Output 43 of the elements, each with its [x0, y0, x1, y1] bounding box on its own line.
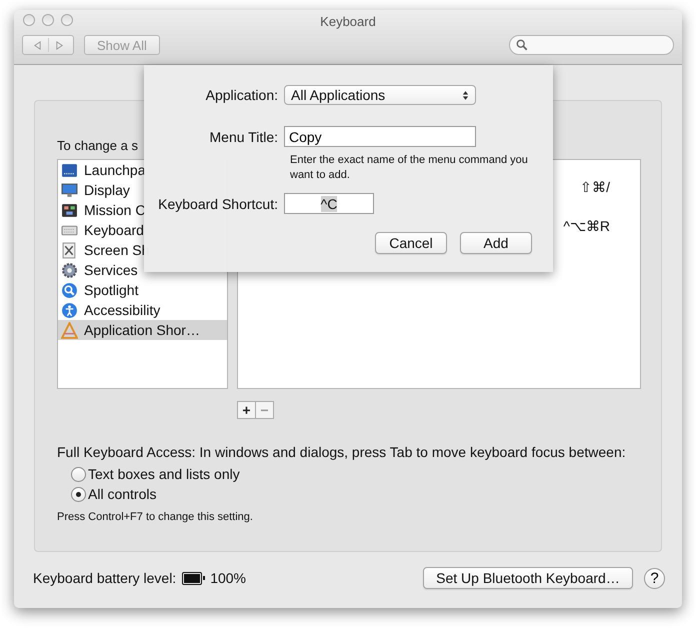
grid-icon	[61, 162, 78, 178]
radio-button[interactable]	[71, 466, 86, 482]
forward-icon[interactable]	[54, 40, 64, 50]
category-item[interactable]: Application Shor…	[58, 320, 227, 340]
search-field[interactable]	[509, 35, 674, 55]
person-icon	[61, 302, 78, 318]
add-button[interactable]: +	[237, 401, 256, 419]
instruction-text: To change a s	[57, 138, 138, 153]
category-item[interactable]: Spotlight	[58, 280, 227, 300]
close-button[interactable]	[23, 14, 35, 26]
back-icon[interactable]	[32, 40, 42, 50]
shortcut-keys: ^⌥⌘R	[563, 218, 610, 234]
application-label: Application:	[204, 87, 279, 103]
windows-icon	[61, 202, 78, 218]
full-keyboard-access-label: Full Keyboard Access: In windows and dialogs, press Tab to move keyboard focus between:	[57, 444, 627, 460]
battery-reading: 100%	[210, 570, 246, 586]
window-title: Keyboard	[320, 14, 376, 29]
hint-text: Enter the exact name of the menu command you want to add.	[290, 153, 529, 183]
note-text: Press Control+F7 to change this setting.	[57, 511, 254, 523]
bluetooth-setup-button[interactable]: Set Up Bluetooth Keyboard…	[423, 567, 633, 589]
radio-label[interactable]: All controls	[88, 486, 156, 502]
back-forward-control[interactable]	[22, 35, 74, 55]
radio-label[interactable]: Text boxes and lists only	[88, 466, 240, 482]
search-icon	[516, 39, 528, 51]
shortcut-field[interactable]: ^C	[284, 193, 374, 214]
category-item[interactable]: Accessibility	[58, 300, 227, 320]
keyboard-shortcut-label: Keyboard Shortcut:	[157, 196, 279, 212]
triangle-icon	[61, 322, 78, 338]
help-button[interactable]: ?	[644, 568, 665, 588]
radio-button[interactable]	[71, 486, 86, 502]
gear-icon	[61, 262, 78, 278]
zoom-button[interactable]	[61, 14, 73, 26]
updown-arrows-icon	[462, 90, 469, 100]
menu-title-field[interactable]: Copy	[284, 126, 476, 147]
add-button[interactable]: Add	[460, 232, 532, 254]
search-icon	[61, 282, 78, 298]
cancel-button[interactable]: Cancel	[375, 232, 447, 254]
minimize-button[interactable]	[42, 14, 54, 26]
monitor-icon	[61, 182, 78, 198]
shortcut-keys: ⇧⌘/	[580, 179, 610, 195]
battery-label: Keyboard battery level:	[33, 570, 176, 586]
application-popup[interactable]: All Applications	[284, 85, 476, 105]
menu-title-label: Menu Title:	[208, 128, 279, 144]
